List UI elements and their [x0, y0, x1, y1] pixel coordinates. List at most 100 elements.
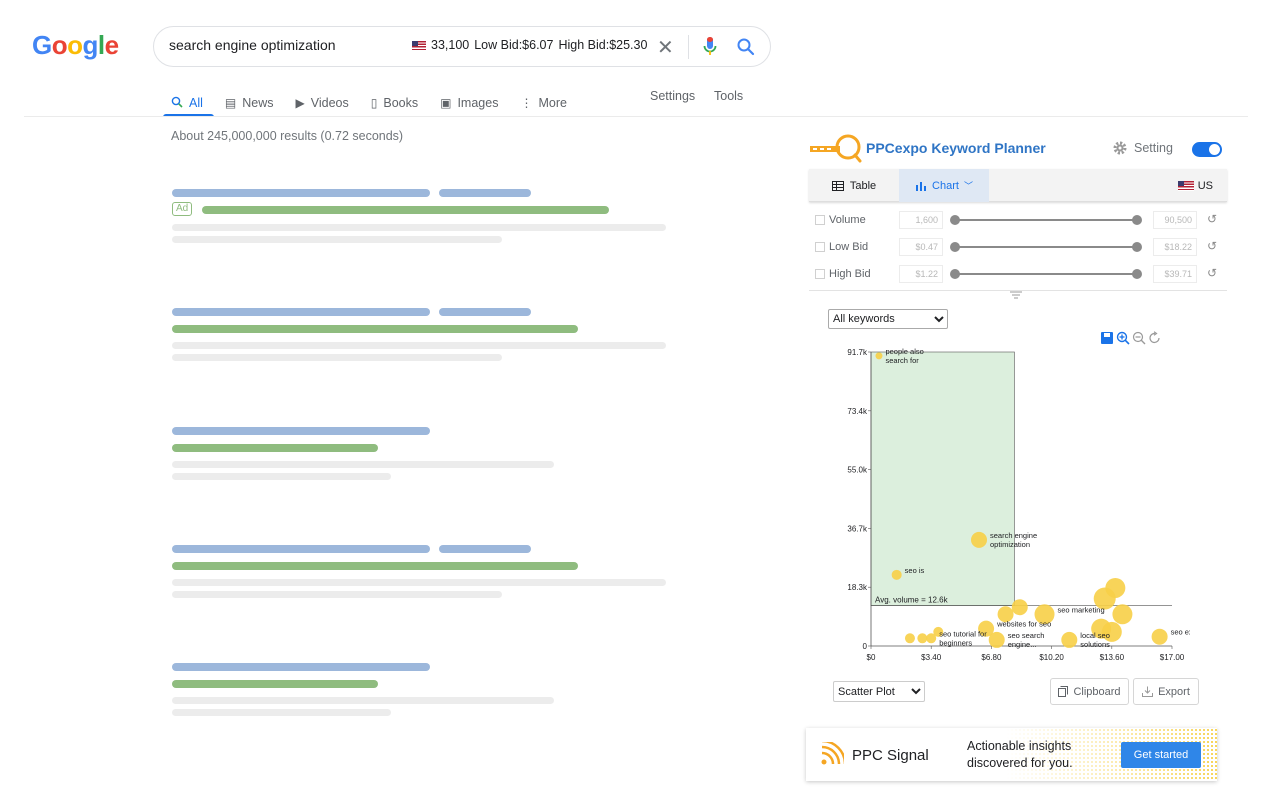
data-point[interactable] — [971, 531, 988, 548]
range-track — [955, 219, 1138, 221]
data-point-label: search for — [885, 356, 919, 365]
data-point[interactable] — [1061, 631, 1078, 648]
more-icon: ⋮ — [520, 96, 533, 110]
chart-view-button[interactable]: Chart ﹀ — [899, 169, 989, 202]
data-point[interactable] — [891, 569, 902, 580]
settings-link[interactable]: Settings — [650, 89, 695, 103]
tools-link[interactable]: Tools — [714, 89, 743, 103]
keyword-volume: 33,100 — [431, 38, 470, 52]
tab-videos[interactable]: ▶ Videos — [296, 89, 349, 117]
result-title-placeholder[interactable] — [172, 427, 430, 435]
data-point[interactable] — [904, 633, 915, 644]
chart-type-select[interactable]: Scatter Plot — [833, 681, 925, 702]
data-point-label: solutions — [1080, 640, 1110, 649]
result-stats: About 245,000,000 results (0.72 seconds) — [171, 129, 404, 143]
data-point[interactable] — [1011, 599, 1028, 616]
tab-label: All — [189, 96, 203, 110]
result-title-placeholder[interactable] — [439, 308, 531, 316]
reset-icon[interactable]: ↺ — [1207, 239, 1217, 253]
banner-tagline-line2: discovered for you. — [967, 756, 1073, 770]
tab-label: News — [242, 96, 274, 110]
data-point[interactable] — [926, 633, 937, 644]
filter-max-input[interactable]: 90,500 — [1153, 211, 1197, 229]
data-point-label: seo marketing — [1058, 605, 1105, 614]
clear-icon[interactable]: ✕ — [657, 35, 674, 60]
collapse-handle-icon[interactable] — [1010, 291, 1022, 299]
range-max-handle[interactable] — [1132, 269, 1142, 279]
setting-label[interactable]: Setting — [1134, 141, 1173, 155]
gear-icon[interactable] — [1112, 140, 1128, 156]
extension-toggle[interactable] — [1192, 142, 1222, 157]
google-logo[interactable]: Google — [32, 30, 119, 61]
result-snippet-placeholder — [172, 354, 502, 361]
filter-checkbox[interactable] — [815, 215, 825, 225]
table-icon — [831, 180, 844, 191]
result-snippet-placeholder — [172, 473, 391, 480]
range-min-handle[interactable] — [950, 269, 960, 279]
range-min-handle[interactable] — [950, 215, 960, 225]
filter-min-input[interactable]: 1,600 — [899, 211, 943, 229]
highlight-region — [870, 351, 1015, 606]
get-started-button[interactable]: Get started — [1121, 742, 1201, 768]
data-point-label: search engine — [990, 531, 1037, 540]
reset-icon[interactable]: ↺ — [1207, 212, 1217, 226]
microphone-icon[interactable] — [703, 37, 717, 57]
result-snippet-placeholder — [172, 709, 391, 716]
book-icon: ▯ — [370, 96, 378, 110]
data-point[interactable] — [1151, 628, 1168, 645]
tab-more[interactable]: ⋮ More — [520, 89, 566, 117]
table-view-button[interactable]: Table — [809, 169, 899, 202]
result-url-placeholder — [172, 562, 578, 570]
export-button[interactable]: Export — [1133, 678, 1199, 705]
result-snippet-placeholder — [172, 591, 502, 598]
range-min-handle[interactable] — [950, 242, 960, 252]
result-title-placeholder[interactable] — [439, 545, 531, 553]
data-point-label: seo search — [1008, 631, 1045, 640]
data-point[interactable] — [988, 631, 1005, 648]
search-icon[interactable] — [736, 37, 756, 57]
y-tick-label: 18.3k — [847, 583, 868, 592]
result-title-placeholder[interactable] — [172, 308, 430, 316]
data-point-label: people also — [885, 347, 923, 356]
x-tick-label: $6.80 — [981, 653, 1002, 662]
keyword-filter-select[interactable]: All keywords — [828, 309, 948, 329]
range-max-handle[interactable] — [1132, 242, 1142, 252]
result-url-placeholder — [172, 325, 578, 333]
view-switcher: Table Chart ﹀ US — [809, 169, 1227, 202]
filter-checkbox[interactable] — [815, 242, 825, 252]
filter-min-input[interactable]: $0.47 — [899, 238, 943, 256]
clipboard-button[interactable]: Clipboard — [1050, 678, 1129, 705]
result-snippet-placeholder — [172, 342, 666, 349]
country-selector[interactable]: US — [1177, 169, 1213, 202]
result-title-placeholder[interactable] — [172, 545, 430, 553]
result-snippet-placeholder — [172, 224, 666, 231]
filter-row-volume: Volume 1,600 90,500 ↺ — [815, 211, 1225, 231]
tab-all[interactable]: All — [171, 89, 203, 117]
filter-checkbox[interactable] — [815, 269, 825, 279]
filter-max-input[interactable]: $18.22 — [1153, 238, 1197, 256]
result-url-placeholder — [202, 206, 609, 214]
reset-icon[interactable]: ↺ — [1207, 266, 1217, 280]
data-point[interactable] — [917, 633, 928, 644]
tab-news[interactable]: ▤ News — [225, 89, 274, 117]
tab-label: More — [538, 96, 567, 110]
logo-letter: o — [67, 30, 83, 60]
range-max-handle[interactable] — [1132, 215, 1142, 225]
download-icon — [1142, 686, 1154, 697]
result-title-placeholder[interactable] — [172, 189, 430, 197]
ppcexpo-title[interactable]: PPCexpo Keyword Planner — [866, 140, 1046, 156]
tab-images[interactable]: ▣ Images — [440, 89, 498, 117]
data-point[interactable] — [875, 352, 883, 360]
logo-letter: G — [32, 30, 52, 60]
data-point-label: seo tutorial for — [939, 629, 987, 638]
result-title-placeholder[interactable] — [439, 189, 531, 197]
tab-books[interactable]: ▯ Books — [371, 89, 418, 117]
result-url-placeholder — [172, 680, 378, 688]
result-title-placeholder[interactable] — [172, 663, 430, 671]
result-snippet-placeholder — [172, 461, 554, 468]
filter-min-input[interactable]: $1.22 — [899, 265, 943, 283]
filter-max-input[interactable]: $39.71 — [1153, 265, 1197, 283]
data-point[interactable] — [1112, 604, 1133, 625]
search-box[interactable]: 33,100 Low Bid:$6.07 High Bid:$25.30 ✕ — [153, 26, 771, 67]
search-input[interactable] — [169, 37, 409, 53]
